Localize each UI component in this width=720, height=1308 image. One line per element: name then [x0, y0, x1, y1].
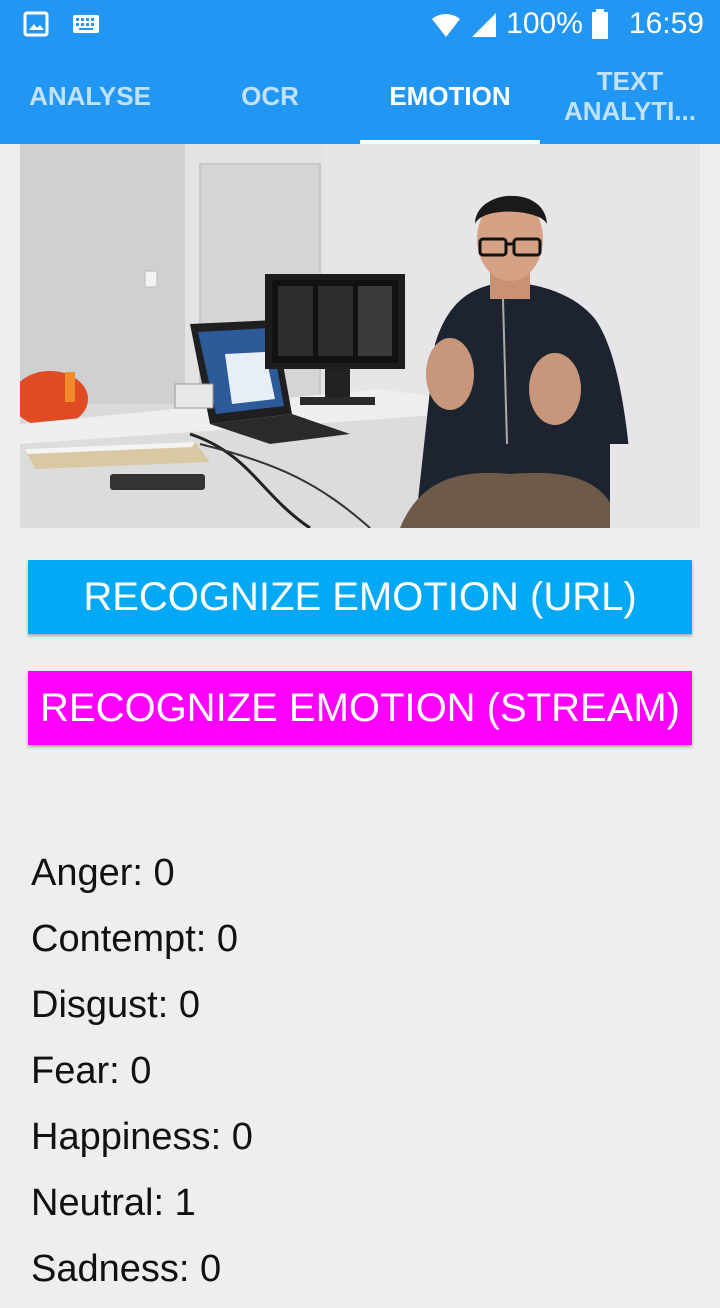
tab-label: TEXT ANALYTI...: [564, 66, 696, 126]
result-disgust: Disgust: 0: [31, 984, 200, 1026]
tab-label: ANALYSE: [29, 80, 151, 111]
signal-icon: [472, 13, 497, 37]
recognize-emotion-stream-button[interactable]: RECOGNIZE EMOTION (STREAM): [28, 671, 692, 745]
result-anger: Anger: 0: [31, 852, 175, 894]
tab-analyse[interactable]: ANALYSE: [0, 48, 180, 144]
result-happiness: Happiness: 0: [31, 1116, 253, 1158]
result-sadness: Sadness: 0: [31, 1248, 222, 1290]
keyboard-icon: [73, 15, 99, 33]
emotion-results: Anger: 0 Contempt: 0 Disgust: 0 Fear: 0 …: [31, 846, 253, 1308]
tab-emotion[interactable]: EMOTION: [360, 48, 540, 144]
tab-bar: ANALYSE OCR EMOTION TEXT ANALYTI...: [0, 48, 720, 144]
tab-label: EMOTION: [389, 80, 511, 111]
result-neutral: Neutral: 1: [31, 1182, 196, 1224]
battery-percent: 100%: [506, 7, 583, 40]
tab-text-analytics[interactable]: TEXT ANALYTI...: [540, 48, 720, 144]
gallery-icon: [23, 11, 49, 37]
wifi-icon: [432, 13, 461, 37]
battery-icon: [591, 9, 608, 39]
analyzed-photo: [20, 144, 700, 528]
tab-label: OCR: [241, 80, 299, 111]
status-bar: 100% 16:59: [0, 0, 720, 48]
result-fear: Fear: 0: [31, 1050, 152, 1092]
result-contempt: Contempt: 0: [31, 918, 239, 960]
clock: 16:59: [628, 7, 704, 40]
tab-ocr[interactable]: OCR: [180, 48, 360, 144]
recognize-emotion-url-button[interactable]: RECOGNIZE EMOTION (URL): [28, 560, 692, 634]
